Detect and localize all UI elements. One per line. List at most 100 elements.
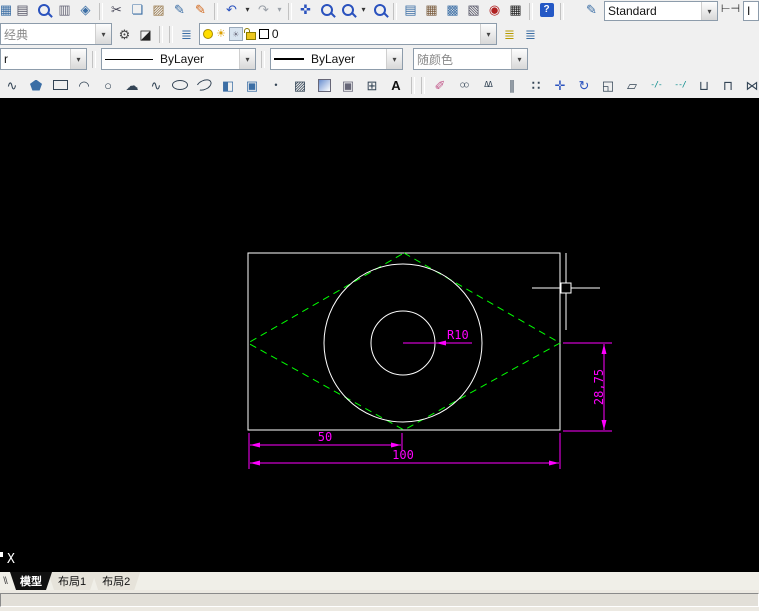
break-icon[interactable]: ⊓	[716, 74, 740, 96]
linetype-select[interactable]: ByLayer	[101, 48, 256, 70]
quickcalc-icon[interactable]: ▦	[505, 0, 526, 21]
tool-palettes-icon[interactable]: ▩	[442, 0, 463, 21]
preview-glyph	[38, 4, 50, 16]
toolbar-separator	[529, 3, 533, 20]
ellipse-arc-icon[interactable]	[192, 74, 216, 96]
point-icon[interactable]: •	[264, 74, 288, 96]
properties-palette-icon[interactable]: ▤	[400, 0, 421, 21]
linetype-dropdown-arrow-icon[interactable]	[239, 49, 255, 69]
join-icon[interactable]: ⋈	[740, 74, 759, 96]
workspace-settings-icon[interactable]: ⚙	[114, 23, 135, 45]
undo-icon[interactable]: ↶	[221, 0, 242, 21]
sheet-set-manager-icon[interactable]: ▧	[463, 0, 484, 21]
stretch-icon[interactable]: ▱	[620, 74, 644, 96]
revision-cloud-icon[interactable]: ☁	[120, 74, 144, 96]
match-properties-icon[interactable]: ✎	[169, 0, 190, 21]
save-icon[interactable]: ▦	[0, 0, 12, 21]
rotate-icon[interactable]: ↻	[572, 74, 596, 96]
make-block-icon[interactable]: ▣	[240, 74, 264, 96]
pan-icon[interactable]: ✜	[295, 0, 316, 21]
unlock-icon[interactable]	[246, 32, 256, 40]
polygon-icon[interactable]	[24, 74, 48, 96]
layer-dropdown-arrow-icon[interactable]	[480, 24, 496, 44]
zoom-flyout-icon[interactable]: ▾	[358, 0, 369, 21]
bulb-icon[interactable]	[203, 29, 213, 39]
workspace-select[interactable]: 经典	[0, 23, 112, 45]
redo-icon[interactable]: ↷	[253, 0, 274, 21]
my-workspace-icon[interactable]: ◪	[135, 23, 156, 45]
multiline-text-icon[interactable]: A	[384, 74, 408, 96]
plot-icon[interactable]: ▤	[12, 0, 33, 21]
text-style-icon[interactable]: ✎	[581, 0, 602, 21]
undo-flyout-icon[interactable]: ▾	[242, 0, 253, 21]
tab-layout2[interactable]: 布局2	[92, 572, 140, 590]
designcenter-icon[interactable]: ▦	[421, 0, 442, 21]
standard-toolbar-icons: ▦▤▥◈✂❏▨✎✎↶▾↷▾✜▾▤▦▩▧◉▦?	[0, 0, 567, 22]
zoom-previous-icon[interactable]	[369, 0, 390, 21]
table-icon[interactable]: ⊞	[360, 74, 384, 96]
sun-icon[interactable]: ☀	[216, 29, 226, 40]
layer-properties-manager-icon[interactable]: ≣	[176, 23, 197, 45]
ellipse-icon[interactable]	[168, 74, 192, 96]
preview-icon[interactable]	[33, 0, 54, 21]
zoom-realtime-icon[interactable]	[316, 0, 337, 21]
layer-previous-icon[interactable]: ≣	[520, 23, 541, 45]
color-dropdown-arrow-icon[interactable]	[70, 49, 86, 69]
make-object-layer-current-icon[interactable]: ≣	[499, 23, 520, 45]
move-icon[interactable]: ✛	[548, 74, 572, 96]
cut-icon[interactable]: ✂	[106, 0, 127, 21]
command-window-edge[interactable]	[0, 590, 759, 611]
rectangle-icon[interactable]	[48, 74, 72, 96]
gradient-icon[interactable]	[312, 74, 336, 96]
hatch-icon[interactable]: ▨	[288, 74, 312, 96]
layer-select[interactable]: ☀ ☀ 0	[199, 23, 497, 45]
zoom-previous-glyph	[374, 4, 386, 16]
current-layer-name: 0	[269, 27, 480, 41]
edit-properties-icon[interactable]: ✎	[190, 0, 211, 21]
autocad-window: { "window": { "background": "#f0f0f0", "…	[0, 0, 759, 611]
dim-style-select[interactable]: I	[743, 1, 759, 21]
drawing-canvas[interactable]: R10 28,75 50 100	[0, 98, 759, 572]
text-style-dropdown-arrow-icon[interactable]	[701, 2, 717, 20]
mirror-icon[interactable]: ΔΔ	[476, 74, 500, 96]
publish-icon[interactable]: ▥	[54, 0, 75, 21]
color-select[interactable]: r	[0, 48, 87, 70]
region-icon[interactable]: ▣	[336, 74, 360, 96]
width-dimension-100: 100	[250, 433, 560, 469]
tab-layout1[interactable]: 布局1	[48, 572, 96, 590]
ellipse-arc-glyph	[195, 77, 214, 93]
zoom-window-icon[interactable]	[337, 0, 358, 21]
break-at-point-icon[interactable]: ⊔	[692, 74, 716, 96]
plot-style-dropdown-arrow-icon	[511, 49, 527, 69]
paste-icon[interactable]: ▨	[148, 0, 169, 21]
trim-icon[interactable]: -/-	[644, 74, 668, 96]
polyline-icon[interactable]: ∿	[0, 74, 24, 96]
text-style-select[interactable]: Standard	[604, 1, 718, 21]
lineweight-dropdown-arrow-icon[interactable]	[386, 49, 402, 69]
extend-icon[interactable]: --/	[668, 74, 692, 96]
copy-icon[interactable]: ❏	[127, 0, 148, 21]
markup-set-manager-icon[interactable]: ◉	[484, 0, 505, 21]
zoom-realtime-glyph	[321, 4, 333, 16]
circle-icon[interactable]: ○	[96, 74, 120, 96]
tab-model[interactable]: 模型	[10, 572, 52, 590]
draw-modify-toolbar: ∿◠○☁∿◧▣•▨▣⊞A ✐○○ΔΔ∥∷✛↻◱▱-/---/⊔⊓⋈∠╭	[0, 72, 759, 99]
lineweight-select[interactable]: ByLayer	[270, 48, 403, 70]
scale-icon[interactable]: ◱	[596, 74, 620, 96]
viewport-sun-icon[interactable]: ☀	[229, 27, 243, 41]
help-icon[interactable]: ?	[536, 0, 557, 21]
insert-block-icon[interactable]: ◧	[216, 74, 240, 96]
spline-icon[interactable]: ∿	[144, 74, 168, 96]
command-window-splitter[interactable]	[0, 593, 759, 607]
array-icon[interactable]: ∷	[524, 74, 548, 96]
copy-object-icon[interactable]: ○○	[452, 74, 476, 96]
arc-icon[interactable]: ◠	[72, 74, 96, 96]
dwf-publish-icon[interactable]: ◈	[75, 0, 96, 21]
erase-icon[interactable]: ✐	[428, 74, 452, 96]
dim-style-icon[interactable]: ⊢⊣	[720, 0, 741, 21]
width-dimension-50-label: 50	[318, 430, 332, 444]
offset-icon[interactable]: ∥	[500, 74, 524, 96]
linetype-value: ByLayer	[157, 52, 239, 66]
workspace-dropdown-arrow-icon[interactable]	[95, 24, 111, 44]
redo-flyout-icon[interactable]: ▾	[274, 0, 285, 21]
